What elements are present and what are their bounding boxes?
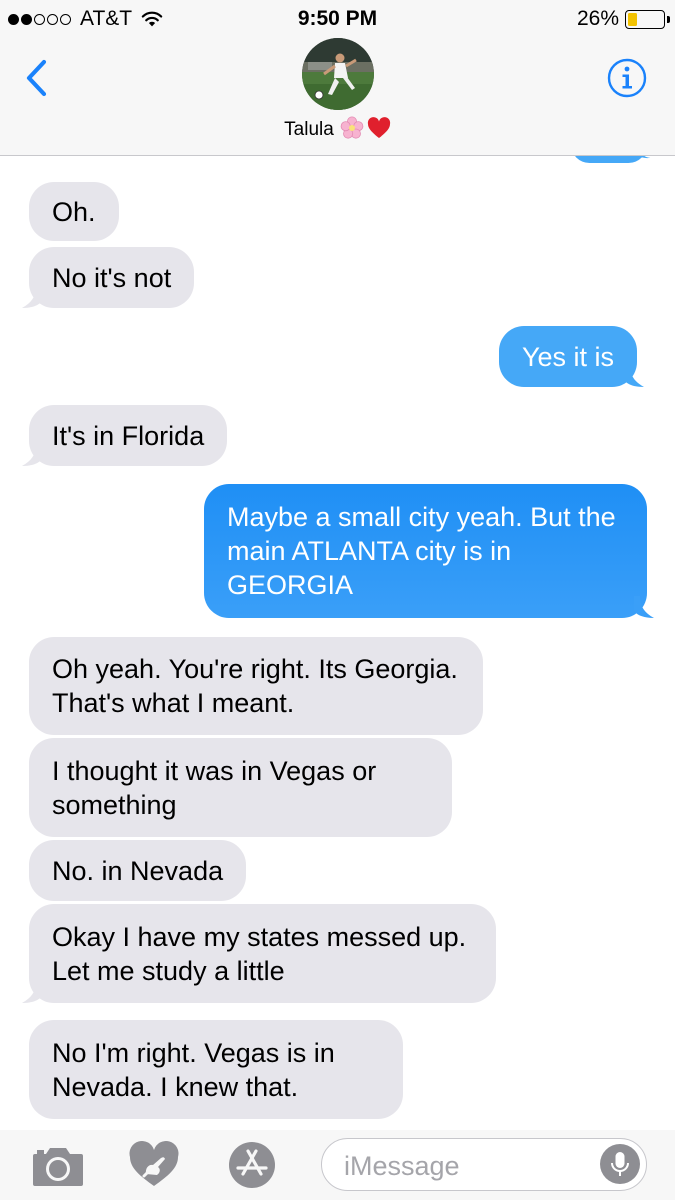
battery-cap	[667, 15, 670, 23]
message-input-placeholder: iMessage	[344, 1151, 460, 1181]
wifi-icon	[141, 11, 163, 27]
signal-bar	[60, 13, 71, 25]
messages-screen: AT&T 9:50 PM 26% Talula Oh. No it's not …	[0, 0, 675, 1200]
carrier-name: AT&T	[80, 7, 133, 30]
message-bubble-received[interactable]: No it's not	[22, 247, 195, 308]
digital-touch-icon[interactable]	[127, 1140, 181, 1190]
message-text: Oh yeah. You're right. Its Georgia. That…	[52, 654, 458, 718]
camera-icon[interactable]	[31, 1140, 85, 1190]
bubble-tail	[634, 596, 654, 618]
battery-icon	[625, 9, 670, 29]
message-text: No I'm right. Vegas is in Nevada. I knew…	[52, 1037, 335, 1102]
message-bubble-sent[interactable]: Maybe a small city yeah. But the main AT…	[204, 484, 654, 618]
chevron-left-icon	[26, 59, 47, 97]
message-bubble-received[interactable]: I thought it was in Vegas or something	[29, 738, 452, 837]
message-bubble-received[interactable]: Oh.	[29, 182, 119, 241]
message-bubble-sent[interactable]: Yes it is	[499, 326, 645, 387]
signal-bar	[8, 13, 19, 25]
status-bar: AT&T 9:50 PM 26%	[0, 0, 675, 38]
message-text: Oh.	[52, 196, 96, 227]
message-bubble-received[interactable]: No. in Nevada	[29, 840, 247, 901]
microphone-button[interactable]	[600, 1144, 640, 1184]
message-text: Maybe a small city yeah. But the main AT…	[227, 502, 616, 600]
message-text: Yes it is	[522, 341, 615, 372]
contact-name[interactable]: Talula	[284, 119, 334, 140]
red-heart-icon	[367, 117, 390, 138]
bubble-tail	[22, 286, 42, 308]
battery-level-fill	[628, 12, 637, 26]
message-text: It's in Florida	[52, 420, 205, 451]
signal-bar	[34, 13, 45, 25]
bubble-tail	[22, 444, 42, 466]
bubble-tail	[624, 365, 645, 387]
message-input[interactable]: iMessage	[321, 1138, 647, 1191]
status-right: 26%	[576, 7, 670, 31]
message-bubble-received[interactable]: No I'm right. Vegas is in Nevada. I knew…	[29, 1020, 403, 1119]
avatar-photo	[302, 38, 374, 110]
signal-bar	[21, 13, 32, 25]
back-button[interactable]	[18, 56, 54, 100]
contact-name-row: Talula	[0, 116, 675, 141]
status-left: AT&T	[8, 7, 163, 31]
message-text: No. in Nevada	[52, 855, 224, 886]
battery-percent: 26%	[576, 7, 619, 30]
signal-bar	[47, 13, 58, 25]
message-text: Okay I have my states messed up. Let me …	[52, 921, 467, 986]
info-icon[interactable]	[607, 58, 647, 98]
message-text: No it's not	[52, 262, 172, 293]
compose-bar: iMessage	[0, 1130, 675, 1200]
contact-avatar[interactable]	[302, 38, 374, 110]
message-bubble-sent-partial	[571, 156, 651, 163]
app-store-icon[interactable]	[225, 1140, 279, 1190]
message-text: I thought it was in Vegas or something	[52, 755, 377, 820]
bubble-tail	[638, 156, 651, 159]
message-bubble-received[interactable]: Okay I have my states messed up. Let me …	[22, 904, 496, 1003]
microphone-icon	[611, 1152, 629, 1176]
cherry-blossom-icon	[340, 116, 364, 139]
message-bubble-received[interactable]: Oh yeah. You're right. Its Georgia. That…	[29, 637, 483, 735]
message-bubble-received[interactable]: It's in Florida	[22, 405, 228, 466]
message-list[interactable]: Oh. No it's not Yes it is It's in Florid…	[0, 156, 675, 1130]
bubble-tail	[22, 981, 42, 1003]
conversation-header: Talula	[0, 38, 675, 156]
